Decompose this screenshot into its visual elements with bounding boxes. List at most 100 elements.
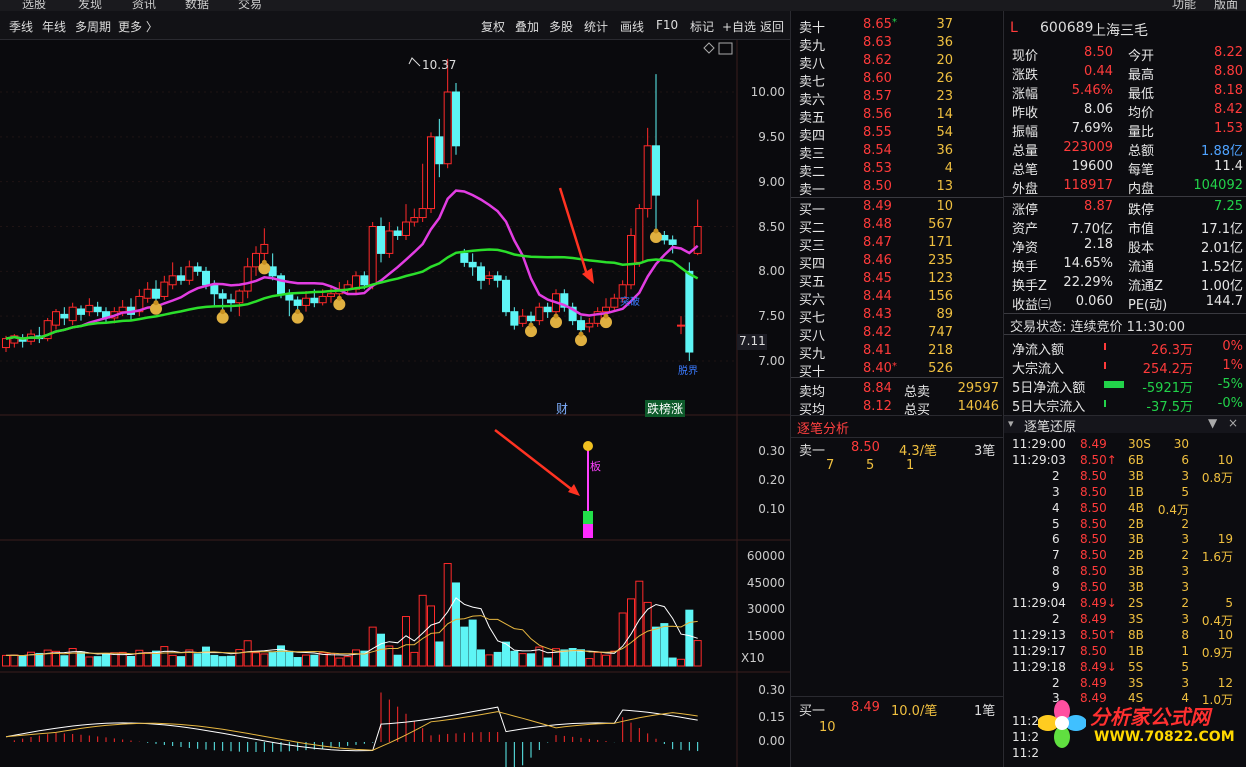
buy-level-row[interactable]: 买六 8.44 156 <box>791 287 1003 308</box>
tick-volume: 5S <box>1128 659 1144 674</box>
tick-price: 8.50 <box>1080 516 1107 531</box>
chart-toolbar: 季线 年线 多周期 更多 〉 复权 叠加 多股 统计 画线 F10 标记 +自选… <box>0 11 790 40</box>
tick-row: 11:29:17 8.50 1B 1 0.9万 <box>1004 643 1246 660</box>
mark-button[interactable]: 标记 <box>690 18 714 35</box>
overlay-button[interactable]: 叠加 <box>515 18 539 35</box>
tick-count: 30 <box>1173 437 1189 451</box>
volume-bar <box>493 651 502 667</box>
candle-body <box>60 313 69 319</box>
menu-item-xuangu[interactable]: 选股 <box>22 0 46 11</box>
level-price: 8.42 <box>863 325 892 340</box>
buy-level-row[interactable]: 买八 8.42 747 <box>791 323 1003 344</box>
candle-body <box>377 226 385 254</box>
tab-multi-period[interactable]: 多周期 <box>75 18 111 35</box>
volume-bar <box>518 653 527 667</box>
breakout-marker-label: 突破 <box>620 297 640 308</box>
volume-bar <box>468 619 477 667</box>
buy-level-row[interactable]: 买十 8.40 * 526 <box>791 359 1003 380</box>
menu-item-shuju[interactable]: 数据 <box>185 0 209 11</box>
menu-item-jiaoyi[interactable]: 交易 <box>238 0 262 11</box>
candle-body <box>310 297 319 304</box>
level-price: 8.62 <box>863 53 892 68</box>
buy-level-row[interactable]: 买七 8.43 89 <box>791 305 1003 326</box>
current-price-tag: 7.11 <box>737 334 767 350</box>
tick-price: 8.49 <box>1080 675 1107 690</box>
tab-quarterly[interactable]: 季线 <box>9 18 33 35</box>
tick-row: 11:29:13 8.50↑ 8B 8 10 <box>1004 627 1246 643</box>
buy-level-row[interactable]: 买五 8.45 123 <box>791 269 1003 290</box>
tick-count: 5 <box>1181 484 1189 499</box>
buy-level-row[interactable]: 买二 8.48 567 <box>791 215 1003 236</box>
trade-status: 交易状态: 连续竞价 11:30:00 <box>1010 320 1186 335</box>
ind1-text: 板 <box>590 460 601 473</box>
filter-icon[interactable]: ▼ <box>1208 416 1217 430</box>
sell-level-row[interactable]: 卖七 8.60 26 <box>791 69 1003 90</box>
stat-value: 104092 <box>1193 178 1243 193</box>
tick-count: 2 <box>1181 596 1189 610</box>
candle-body <box>460 252 469 263</box>
sell-level-row[interactable]: 卖六 8.57 23 <box>791 87 1003 108</box>
tick-row: 7 8.50 2B 2 1.6万 <box>1004 547 1246 564</box>
menu-item-gongneng[interactable]: 功能 <box>1172 0 1196 11</box>
candle-body <box>635 208 644 263</box>
volume-bar <box>685 609 694 667</box>
sell-level-row[interactable]: 卖四 8.55 54 <box>791 123 1003 144</box>
level-volume: 156 <box>928 289 953 304</box>
add-watchlist-button[interactable]: +自选 <box>722 18 756 35</box>
menu-item-banmian[interactable]: 版面 <box>1214 0 1238 11</box>
stock-code[interactable]: 600689 <box>1040 20 1093 36</box>
buy-level-row[interactable]: 买三 8.47 171 <box>791 233 1003 254</box>
sell-level-row[interactable]: 卖八 8.62 20 <box>791 51 1003 72</box>
volume-bar <box>618 612 627 667</box>
sell-level-row[interactable]: 卖三 8.54 36 <box>791 141 1003 162</box>
sell-level-row[interactable]: 卖九 8.63 36 <box>791 33 1003 54</box>
volume-bar <box>60 655 69 667</box>
menu-item-faxian[interactable]: 发现 <box>78 0 102 11</box>
sell-level-row[interactable]: 卖二 8.53 4 <box>791 159 1003 180</box>
analysis-sell1-item: 7 <box>826 458 835 473</box>
candle-body <box>602 306 610 313</box>
analysis-buy1-per: 10.0/笔 <box>891 704 938 719</box>
tick-time: 8 <box>1052 564 1060 579</box>
finance-event-label[interactable]: 财 <box>556 400 568 417</box>
multi-stock-button[interactable]: 多股 <box>549 18 573 35</box>
tick-price: 8.50 <box>1080 580 1107 595</box>
close-icon[interactable]: × <box>1228 416 1238 430</box>
tab-more[interactable]: 更多 〉 <box>118 18 158 35</box>
tick-row: 6 8.50 3B 3 19 <box>1004 531 1246 547</box>
back-button[interactable]: 返回 <box>760 18 784 35</box>
volume-bar <box>127 655 135 667</box>
analysis-title: 逐笔分析 <box>797 422 850 437</box>
menu-item-zixun[interactable]: 资讯 <box>132 0 156 11</box>
kline-chart-area[interactable]: 10.00 9.50 9.00 8.50 8.00 7.50 7.00 7.11… <box>0 40 790 767</box>
collapse-icon[interactable]: ▾ <box>1008 417 1014 430</box>
stock-name[interactable]: 上海三毛 <box>1092 20 1148 40</box>
volume-bar <box>460 626 469 667</box>
level-volume: 171 <box>928 235 953 250</box>
buy-level-row[interactable]: 买一 8.49 10 <box>791 197 1003 218</box>
level-price: 8.45 <box>863 271 892 286</box>
tick-row: 11:29:04 8.49↓ 2S 2 5 <box>1004 595 1246 611</box>
f10-button[interactable]: F10 <box>656 18 678 32</box>
fundamental-row: 收益㈢ 0.060 PE(动) 144.7 <box>1004 292 1246 313</box>
money-bag-icon <box>333 295 346 311</box>
buy-level-row[interactable]: 买四 8.46 235 <box>791 251 1003 272</box>
sell-level-row[interactable]: 卖一 8.50 13 <box>791 177 1003 198</box>
candle-body <box>418 208 427 219</box>
level-price: 8.53 <box>863 161 892 176</box>
buy-level-row[interactable]: 买九 8.41 218 <box>791 341 1003 362</box>
quote-stat-row: 总笔 19600 每笔 11.4 <box>1004 157 1246 178</box>
restore-rights-button[interactable]: 复权 <box>481 18 505 35</box>
sell-level-row[interactable]: 卖五 8.56 14 <box>791 105 1003 126</box>
tick-time: 11:29:18 <box>1012 659 1066 674</box>
price-axis-label: 7.50 <box>758 309 785 323</box>
volume-bar <box>543 657 552 667</box>
statistics-button[interactable]: 统计 <box>584 18 608 35</box>
order-book-panel: 卖十 8.65 * 37 卖九 8.63 36 卖八 8.62 20 卖七 8.60 26 卖六 8.57 2… <box>790 11 1003 418</box>
money-bag-icon <box>575 331 587 347</box>
sell-level-row[interactable]: 卖十 8.65 * 37 <box>791 15 1003 36</box>
ranking-event-label[interactable]: 跌榜涨 <box>645 400 686 417</box>
tab-yearly[interactable]: 年线 <box>42 18 66 35</box>
volume-bar <box>260 653 269 667</box>
draw-line-button[interactable]: 画线 <box>620 18 644 35</box>
